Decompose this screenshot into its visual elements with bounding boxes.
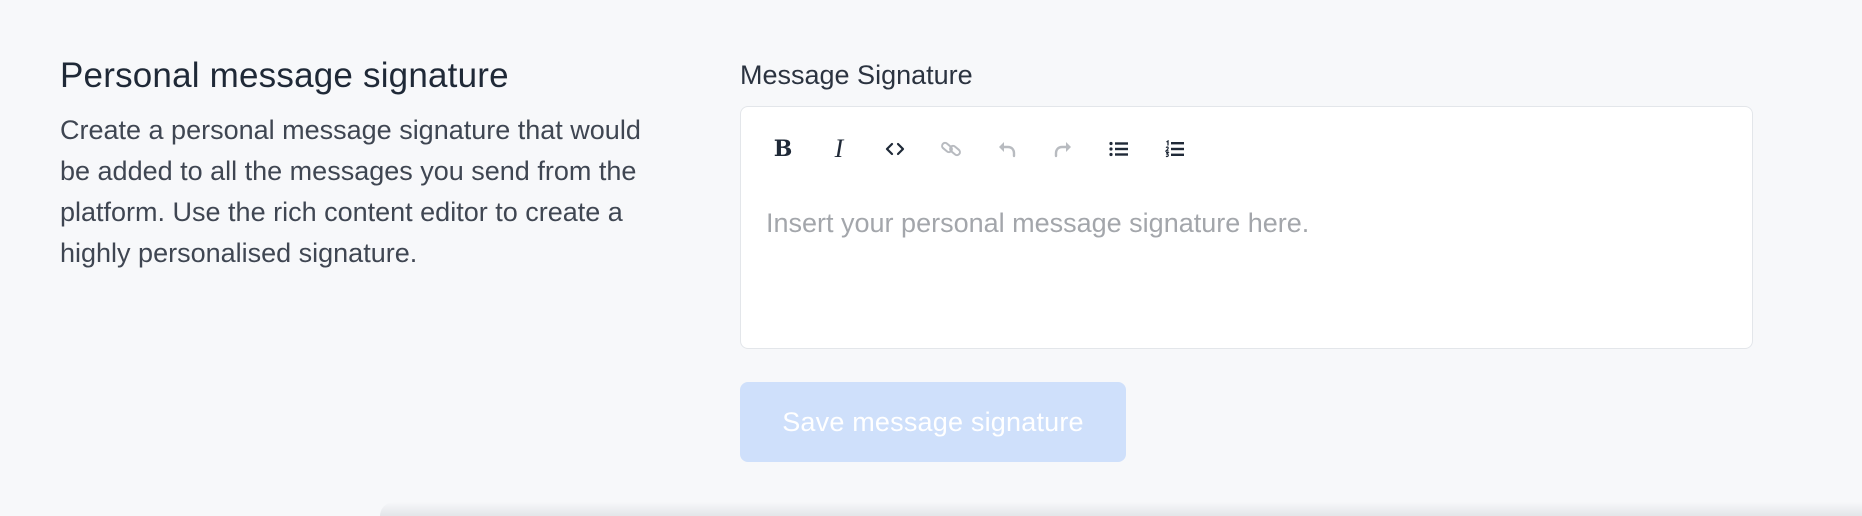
redo-icon [1054,142,1071,158]
undo-button[interactable] [979,129,1035,169]
rich-text-editor[interactable]: B I Insert your personal message signatu… [740,106,1753,349]
italic-button[interactable]: I [811,129,867,169]
code-icon [885,142,905,156]
signature-form: Message Signature B I Insert your person… [740,55,1755,462]
undo-icon [999,142,1016,158]
bold-icon: B [773,136,793,162]
section-description: Create a personal message signature that… [60,115,641,268]
bullet-list-button[interactable] [1091,129,1147,169]
save-message-signature-button[interactable]: Save message signature [740,382,1126,462]
code-button[interactable] [867,129,923,169]
link-icon [941,141,961,157]
ordered-list-button[interactable] [1147,129,1203,169]
bold-button[interactable]: B [755,129,811,169]
section-title: Personal message signature [60,56,509,95]
message-signature-label: Message Signature [740,60,973,90]
link-button[interactable] [923,129,979,169]
ordered-list-icon [1165,140,1184,158]
bottom-shadow-divider [380,502,1862,516]
italic-icon: I [834,134,844,163]
editor-toolbar: B I [755,129,1203,169]
redo-button[interactable] [1035,129,1091,169]
editor-placeholder: Insert your personal message signature h… [766,208,1310,238]
signature-description-section: Personal message signature Create a pers… [60,52,660,274]
signature-content-area[interactable]: Insert your personal message signature h… [766,205,1727,241]
bullet-list-icon [1109,141,1128,157]
